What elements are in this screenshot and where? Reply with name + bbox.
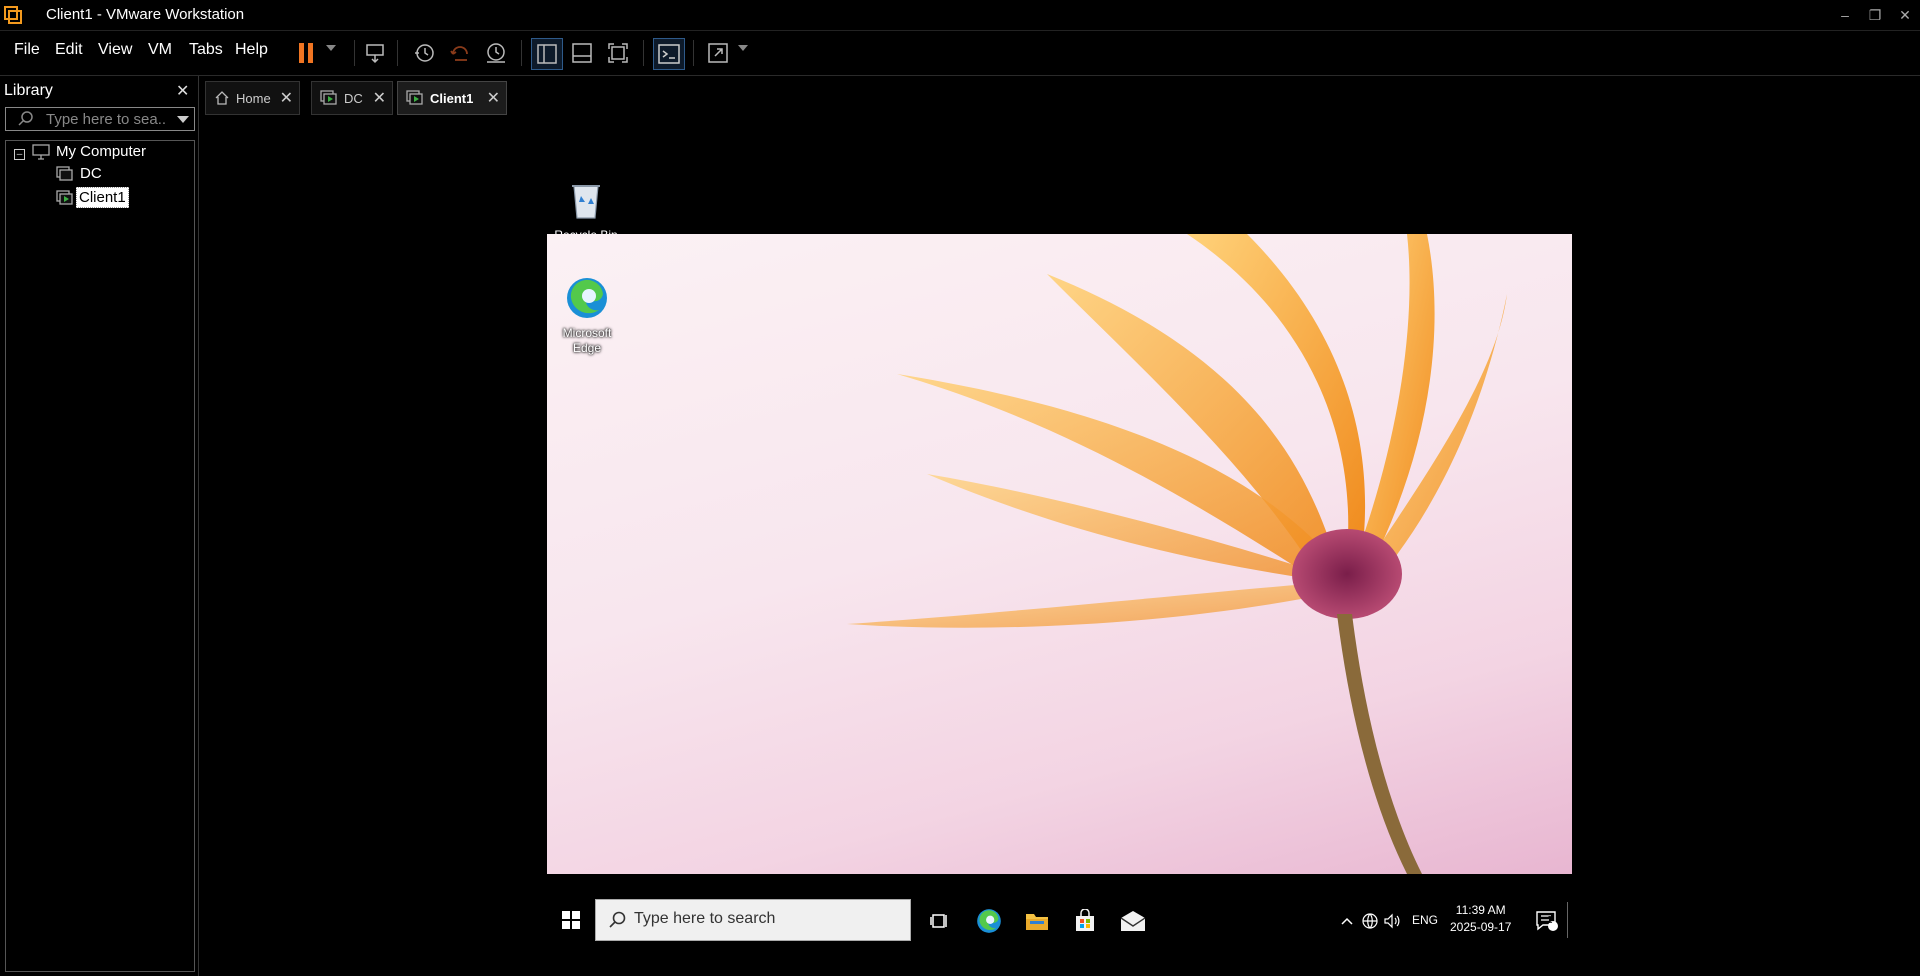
flower-image — [847, 234, 1507, 874]
network-icon[interactable] — [1360, 906, 1380, 936]
file-explorer-icon[interactable] — [1022, 906, 1052, 936]
full-screen-icon[interactable] — [603, 38, 633, 68]
snapshot-icon[interactable] — [409, 38, 439, 68]
close-library-icon[interactable]: ✕ — [176, 81, 189, 101]
stretch-dropdown-icon[interactable] — [738, 45, 748, 51]
vm-icon — [56, 165, 74, 182]
taskbar-search-input[interactable] — [634, 908, 894, 930]
toolbar-separator — [397, 40, 398, 66]
show-hidden-icons-icon[interactable] — [1339, 906, 1355, 936]
store-icon[interactable] — [1070, 906, 1100, 936]
search-icon — [608, 911, 626, 934]
tree-item-dc[interactable]: DC — [56, 165, 102, 182]
menu-tabs[interactable]: Tabs — [189, 41, 223, 59]
recycle-bin-icon — [564, 178, 608, 226]
tab-home[interactable]: Home ✕ — [205, 81, 300, 115]
clock[interactable]: 11:39 AM 2025-09-17 — [1450, 902, 1511, 936]
toolbar-separator — [693, 40, 694, 66]
notification-center-icon[interactable]: 2 — [1532, 906, 1562, 936]
desktop-icon-label: Microsoft Edge — [562, 326, 612, 355]
revert-snapshot-icon[interactable] — [445, 38, 475, 68]
tree-item-label: DC — [80, 165, 102, 182]
tab-label: Client1 — [430, 90, 474, 106]
desktop-wallpaper[interactable]: Microsoft Edge — [547, 234, 1572, 874]
library-search-input[interactable] — [46, 109, 166, 129]
close-icon[interactable]: ✕ — [1890, 0, 1920, 30]
tab-label: DC — [344, 90, 363, 106]
vmware-logo-icon — [4, 6, 22, 24]
desktop-icon-microsoft-edge[interactable]: Microsoft Edge — [547, 276, 627, 356]
menu-file[interactable]: File — [14, 41, 40, 59]
restore-icon[interactable]: ❐ — [1860, 0, 1890, 30]
menu-view[interactable]: View — [98, 41, 132, 59]
collapse-icon[interactable]: – — [14, 149, 25, 160]
close-tab-icon[interactable]: ✕ — [487, 88, 500, 108]
tree-item-label: My Computer — [56, 143, 147, 160]
edge-icon — [565, 276, 609, 324]
taskbar-search[interactable] — [595, 899, 911, 941]
task-view-icon[interactable] — [925, 906, 955, 936]
stretch-guest-icon[interactable] — [703, 38, 733, 68]
clock-time: 11:39 AM — [1455, 903, 1506, 917]
notification-badge: 2 — [1547, 915, 1553, 926]
language-indicator[interactable]: ENG — [1412, 913, 1438, 927]
mail-icon[interactable] — [1118, 906, 1148, 936]
tree-item-client1[interactable]: Client1 — [56, 187, 129, 208]
tab-label: Home — [236, 90, 271, 106]
window-title: Client1 - VMware Workstation — [46, 6, 245, 23]
close-tab-icon[interactable]: ✕ — [373, 88, 386, 108]
search-icon — [18, 110, 34, 131]
home-icon — [214, 90, 230, 106]
tab-dc[interactable]: DC ✕ — [311, 81, 393, 115]
library-title: Library — [4, 82, 53, 99]
show-desktop-button[interactable] — [1567, 902, 1568, 938]
tree-item-label: Client1 — [76, 187, 129, 208]
send-ctrl-alt-del-icon[interactable] — [360, 38, 390, 68]
library-search — [5, 107, 195, 131]
windows-start-icon[interactable] — [556, 905, 586, 935]
library-tree: – My Computer DC Client1 — [5, 140, 195, 972]
toolbar-separator — [643, 40, 644, 66]
console-view-icon[interactable] — [653, 38, 685, 70]
close-tab-icon[interactable]: ✕ — [280, 88, 293, 108]
minimize-icon[interactable]: – — [1830, 0, 1860, 30]
toolbar-separator — [521, 40, 522, 66]
chevron-down-icon[interactable] — [177, 116, 189, 123]
menu-vm[interactable]: VM — [148, 41, 172, 59]
volume-icon[interactable] — [1382, 906, 1402, 936]
vm-running-icon — [406, 90, 424, 106]
snapshot-manager-icon[interactable] — [481, 38, 511, 68]
edge-icon[interactable] — [974, 906, 1004, 936]
show-library-icon[interactable] — [531, 38, 563, 70]
pause-dropdown-icon[interactable] — [326, 45, 336, 51]
library-panel: Library ✕ – My Computer DC Client1 — [0, 76, 199, 976]
vm-icon — [320, 90, 338, 106]
tab-client1[interactable]: Client1 ✕ — [397, 81, 507, 115]
title-bar: Client1 - VMware Workstation – ❐ ✕ — [0, 0, 1920, 31]
thumbnail-bar-icon[interactable] — [567, 38, 597, 68]
vm-running-icon — [56, 189, 74, 206]
tree-item-my-computer[interactable]: My Computer — [32, 143, 146, 160]
computer-icon — [32, 143, 50, 160]
toolbar-separator — [354, 40, 355, 66]
pause-icon[interactable] — [291, 38, 321, 68]
menu-bar: File Edit View VM Tabs Help — [0, 31, 1920, 76]
menu-help[interactable]: Help — [235, 41, 268, 59]
menu-edit[interactable]: Edit — [55, 41, 83, 59]
clock-date: 2025-09-17 — [1450, 920, 1512, 934]
guest-taskbar: ENG 11:39 AM 2025-09-17 2 — [547, 896, 1572, 944]
